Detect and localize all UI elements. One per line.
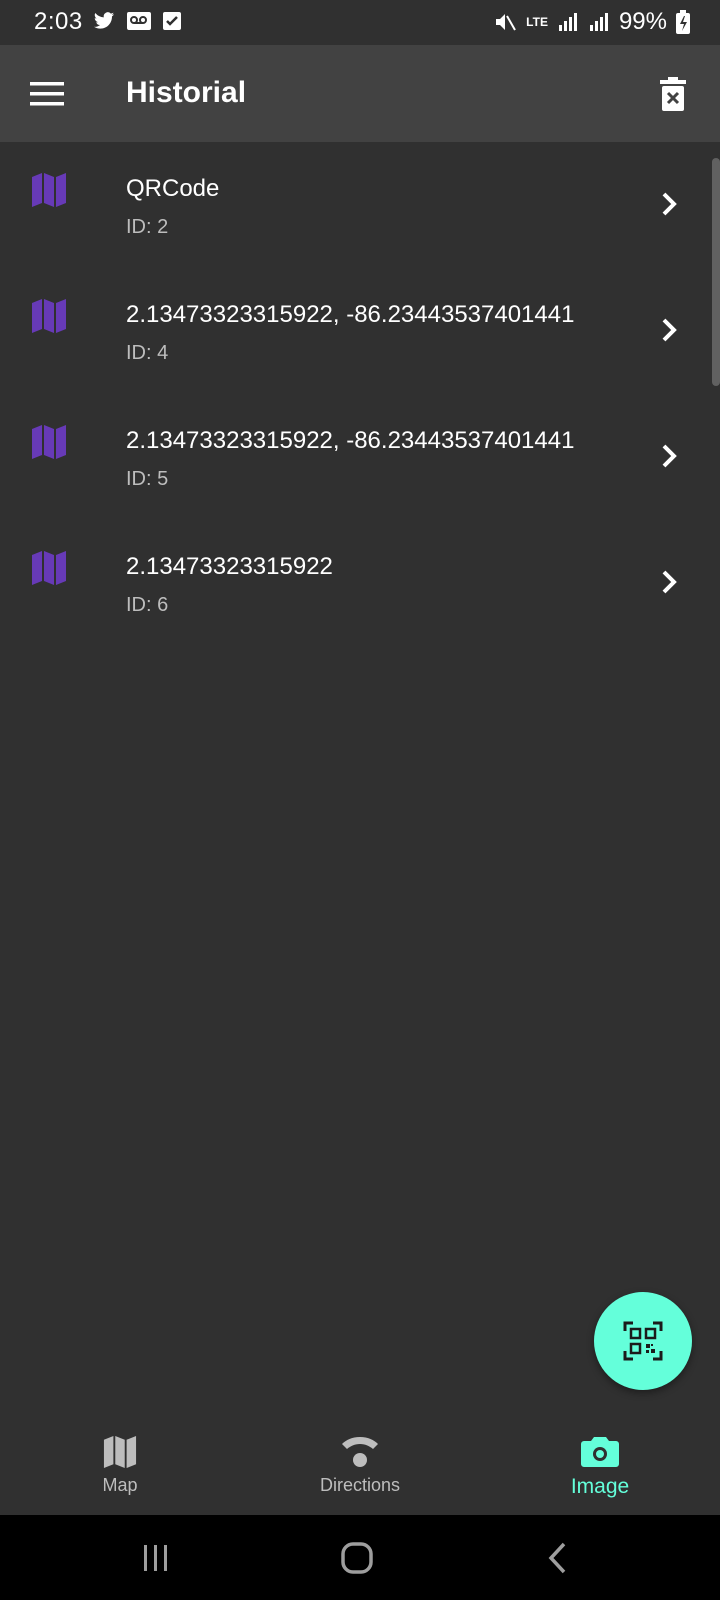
- checkbox-icon: [163, 12, 181, 30]
- item-title: QRCode: [126, 175, 220, 202]
- map-icon: [32, 299, 66, 333]
- item-title: 2.13473323315922, -86.23443537401441: [126, 427, 575, 454]
- item-title: 2.13473323315922, -86.23443537401441: [126, 301, 575, 328]
- nav-label: Image: [570, 1475, 630, 1498]
- item-title: 2.13473323315922: [126, 553, 333, 580]
- nav-label: Directions: [319, 1475, 401, 1495]
- delete-all-button[interactable]: [648, 69, 698, 119]
- signal-icon-2: [589, 13, 608, 31]
- status-bar: 2:03 LTE 99%: [0, 0, 720, 45]
- camera-icon: [581, 1437, 619, 1467]
- chevron-right-icon: [662, 318, 677, 342]
- recent-apps-button[interactable]: [126, 1535, 186, 1581]
- menu-icon: [30, 82, 64, 106]
- menu-button[interactable]: [22, 69, 72, 119]
- item-subtitle: ID: 6: [126, 594, 169, 616]
- scan-qr-button[interactable]: [594, 1292, 692, 1390]
- nav-item-directions[interactable]: Directions: [240, 1410, 480, 1515]
- system-nav-bar: [0, 1515, 720, 1600]
- back-icon: [548, 1542, 566, 1574]
- home-button[interactable]: [327, 1535, 387, 1581]
- list-item[interactable]: 2.13473323315922, -86.23443537401441 ID:…: [0, 268, 720, 394]
- signal-icon: [558, 13, 577, 31]
- chevron-right-icon: [662, 192, 677, 216]
- history-list: QRCode ID: 2 2.13473323315922, -86.23443…: [0, 142, 720, 646]
- battery-percent: 99%: [618, 8, 667, 35]
- voicemail-icon: [127, 12, 151, 30]
- back-button[interactable]: [528, 1535, 588, 1581]
- home-icon: [341, 1542, 373, 1574]
- map-icon: [32, 551, 66, 585]
- delete-icon: [660, 77, 686, 111]
- map-icon: [103, 1435, 137, 1469]
- network-type: LTE: [526, 15, 548, 29]
- mute-icon: [496, 14, 517, 31]
- map-icon: [32, 425, 66, 459]
- nav-item-image[interactable]: Image: [480, 1410, 720, 1515]
- list-item[interactable]: 2.13473323315922, -86.23443537401441 ID:…: [0, 394, 720, 520]
- bottom-nav: Map Directions Image: [0, 1410, 720, 1515]
- nav-label: Map: [102, 1475, 138, 1495]
- app-bar: Historial: [0, 45, 720, 142]
- notification-icons: [92, 10, 182, 32]
- map-icon: [32, 173, 66, 207]
- twitter-icon: [93, 12, 115, 29]
- list-item[interactable]: 2.13473323315922 ID: 6: [0, 520, 720, 646]
- battery-charging-icon: [676, 10, 690, 34]
- status-time: 2:03: [34, 8, 83, 35]
- chevron-right-icon: [662, 570, 677, 594]
- chevron-right-icon: [662, 444, 677, 468]
- list-item[interactable]: QRCode ID: 2: [0, 142, 720, 268]
- qr-scan-icon: [623, 1321, 663, 1361]
- status-right: LTE 99%: [493, 8, 690, 36]
- item-subtitle: ID: 4: [126, 342, 169, 364]
- item-subtitle: ID: 2: [126, 216, 169, 238]
- scrollbar[interactable]: [712, 158, 720, 386]
- recents-icon: [144, 1545, 167, 1571]
- page-title: Historial: [126, 76, 247, 109]
- item-subtitle: ID: 5: [126, 468, 169, 490]
- wifi-icon: [342, 1437, 378, 1467]
- nav-item-map[interactable]: Map: [0, 1410, 240, 1515]
